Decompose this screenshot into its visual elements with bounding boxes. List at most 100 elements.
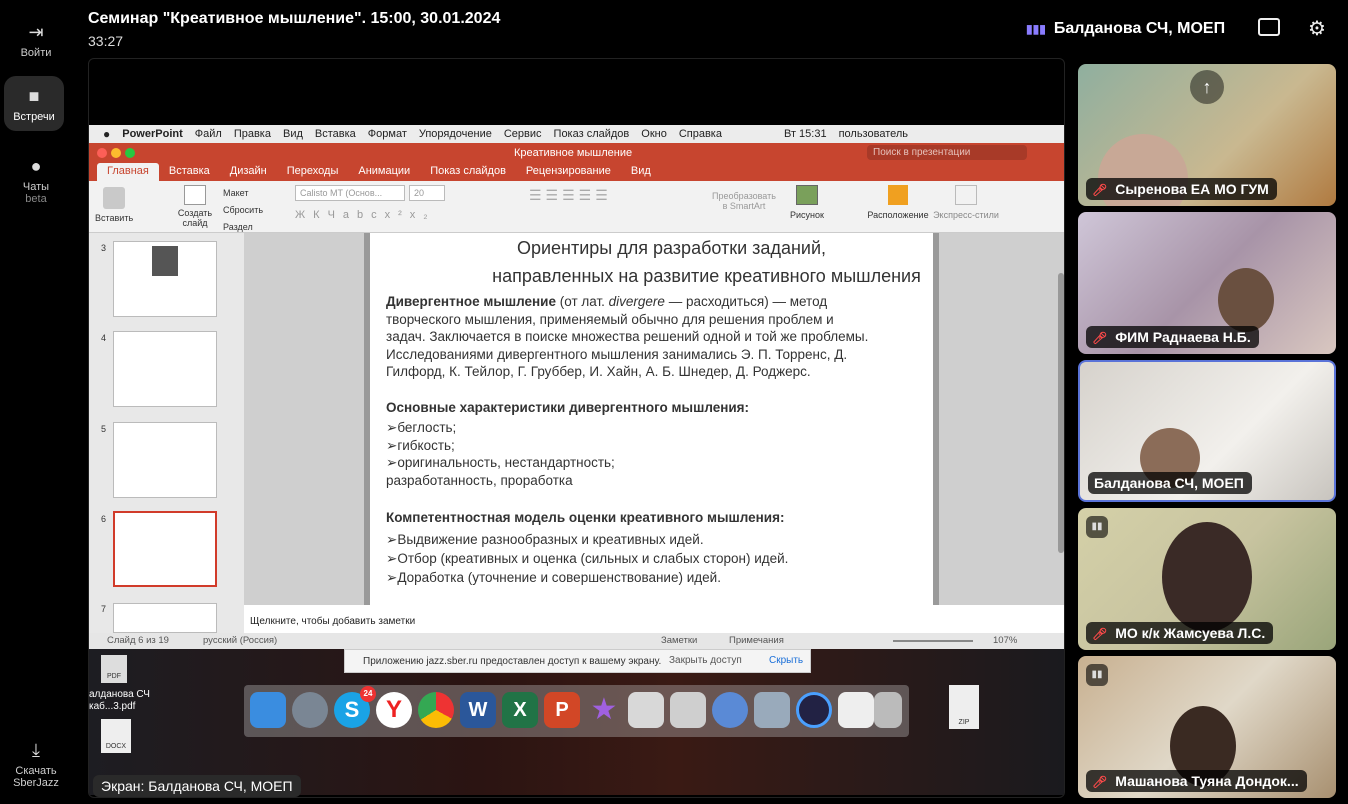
download-button[interactable]: ⤓ Скачать SberJazz (0, 740, 72, 789)
paragraph-buttons[interactable]: ☰☰☰☰☰ (529, 187, 689, 229)
finder-icon[interactable] (250, 692, 286, 728)
word-icon[interactable]: W (460, 692, 496, 728)
font-size-select[interactable]: 20 (409, 185, 445, 201)
docx-file-icon[interactable]: DOCX (101, 719, 131, 753)
hide-notice-button[interactable]: Скрыть (769, 655, 803, 666)
mac-user[interactable]: пользователь (839, 128, 908, 140)
tab-design[interactable]: Дизайн (220, 163, 277, 181)
hp-icon[interactable] (712, 692, 748, 728)
tab-home[interactable]: Главная (97, 163, 159, 181)
menu-slideshow[interactable]: Показ слайдов (554, 128, 630, 140)
participant-tile-active[interactable]: Балданова СЧ, МОЕП (1078, 360, 1336, 502)
powerpoint-icon[interactable]: P (544, 692, 580, 728)
slide-thumbnail[interactable] (113, 241, 217, 317)
menu-window[interactable]: Окно (641, 128, 667, 140)
login-button[interactable]: ⇥ Войти (0, 22, 72, 59)
menu-view[interactable]: Вид (283, 128, 303, 140)
tab-view[interactable]: Вид (621, 163, 661, 181)
new-slide-button[interactable]: Создать слайд (175, 185, 215, 228)
trash-icon[interactable] (874, 692, 902, 728)
apple-icon[interactable]: ● (103, 127, 110, 141)
layout-button[interactable]: Макет (223, 185, 263, 202)
font-name-select[interactable]: Calisto MT (Основ... (295, 185, 405, 201)
chats-button[interactable]: ● Чаты beta (0, 156, 72, 205)
launchpad-icon[interactable] (292, 692, 328, 728)
settings-icon[interactable]: ⚙ (1308, 16, 1326, 41)
slide-thumbnail-selected[interactable] (113, 511, 217, 587)
text-format-buttons[interactable]: ЖКЧabcx²x₂ (295, 209, 436, 221)
participant-tile[interactable]: 🎤︎ ФИМ Раднаева Н.Б. (1078, 212, 1336, 354)
imovie-star-icon[interactable]: ★ (586, 692, 622, 728)
smartart-button[interactable]: Преобразовать в SmartArt (709, 191, 779, 211)
quicktime-icon[interactable] (796, 692, 832, 728)
participant-name: Машанова Туяна Дондок... (1115, 773, 1299, 789)
menu-edit[interactable]: Правка (234, 128, 271, 140)
ppt-search-field[interactable]: Поиск в презентации (867, 145, 1027, 160)
participant-name: ФИМ Раднаева Н.Б. (1115, 329, 1251, 345)
pdf-file-icon[interactable]: PDF (101, 655, 127, 683)
chats-label: Чаты (22, 181, 50, 193)
menu-help[interactable]: Справка (679, 128, 722, 140)
stop-sharing-button[interactable]: Закрыть доступ (669, 655, 742, 666)
participant-tile[interactable]: ▮▮ 🎤︎ Машанова Туяна Дондок... (1078, 656, 1336, 798)
zip-file-icon[interactable]: ZIP (949, 685, 979, 729)
slide-thumbnail[interactable] (113, 603, 217, 633)
preview-icon[interactable] (754, 692, 790, 728)
minimize-window-button[interactable] (111, 148, 121, 158)
slide-thumbnail[interactable] (113, 331, 217, 407)
bullet-text: Доработка (уточнение и совершенствование… (397, 569, 721, 585)
hp-scan-icon[interactable] (628, 692, 664, 728)
close-window-button[interactable] (97, 148, 107, 158)
slide-bullet: ➢беглость; (386, 420, 457, 435)
menu-format[interactable]: Формат (368, 128, 407, 140)
comments-toggle[interactable]: Примечания (729, 635, 784, 646)
desktop-file-label[interactable]: алданова СЧ каб...3.pdf (89, 689, 169, 713)
quick-styles-button[interactable]: Экспресс-стили (931, 185, 1001, 220)
notes-toggle[interactable]: Заметки (661, 635, 697, 646)
menu-file[interactable]: Файл (195, 128, 222, 140)
participant-tile[interactable]: ↑ 🎤︎ Сыренова ЕА МО ГУМ (1078, 64, 1336, 206)
yandex-browser-icon[interactable]: Y (376, 692, 412, 728)
notification-badge: 24 (360, 686, 376, 702)
reset-button[interactable]: Сбросить (223, 202, 263, 219)
participants-icon[interactable] (1258, 18, 1280, 36)
paste-button[interactable]: Вставить (95, 187, 133, 223)
smartart-label: Преобразовать (712, 191, 776, 201)
skype-icon[interactable]: S 24 (334, 686, 376, 728)
menu-arrange[interactable]: Упорядочение (419, 128, 492, 140)
slide-para-line: Исследованиями дивергентного мышления за… (386, 346, 848, 362)
slide-heading-3: Компетентностная модель оценки креативно… (386, 510, 785, 525)
clipboard-icon (103, 187, 125, 209)
tab-insert[interactable]: Вставка (159, 163, 220, 181)
meeting-timer: 33:27 (88, 33, 124, 49)
chrome-icon[interactable] (418, 692, 454, 728)
printer-icon[interactable] (670, 692, 706, 728)
participant-tile[interactable]: ▮▮ 🎤︎ МО к/к Жамсуева Л.С. (1078, 508, 1336, 650)
menu-insert[interactable]: Вставка (315, 128, 356, 140)
notes-pane[interactable]: Щелкните, чтобы добавить заметки (244, 605, 1064, 635)
meetings-button[interactable]: ■ Встречи (4, 76, 64, 131)
tab-transitions[interactable]: Переходы (277, 163, 349, 181)
menu-tools[interactable]: Сервис (504, 128, 542, 140)
zoom-slider[interactable] (893, 640, 973, 642)
tab-animations[interactable]: Анимации (348, 163, 420, 181)
slide-para-line: Гилфорд, К. Тейлор, Г. Груббер, И. Хайн,… (386, 364, 811, 379)
current-slide[interactable]: Ориентиры для разработки заданий, направ… (364, 233, 939, 605)
slide-title-line-2: направленных на развитие креативного мыш… (492, 266, 921, 286)
vertical-scrollbar[interactable] (1058, 273, 1064, 553)
slide-thumbnail[interactable] (113, 422, 217, 498)
slide-counter: Слайд 6 из 19 (107, 635, 169, 646)
bullet-text: Выдвижение разнообразных и креативных ид… (397, 531, 704, 547)
tab-review[interactable]: Рецензирование (516, 163, 621, 181)
documents-stack-icon[interactable] (838, 692, 874, 728)
menu-app[interactable]: PowerPoint (122, 128, 183, 140)
layout-group: Макет Сбросить Раздел (223, 185, 263, 236)
ribbon-tabs: Главная Вставка Дизайн Переходы Анимации… (89, 163, 1064, 181)
scroll-up-button[interactable]: ↑ (1190, 70, 1224, 104)
excel-icon[interactable]: X (502, 692, 538, 728)
maximize-window-button[interactable] (125, 148, 135, 158)
picture-button[interactable]: Рисунок (787, 185, 827, 220)
tab-slideshow[interactable]: Показ слайдов (420, 163, 516, 181)
arrange-button[interactable]: Расположение (867, 185, 929, 220)
file-name-line: алданова СЧ (89, 689, 150, 700)
